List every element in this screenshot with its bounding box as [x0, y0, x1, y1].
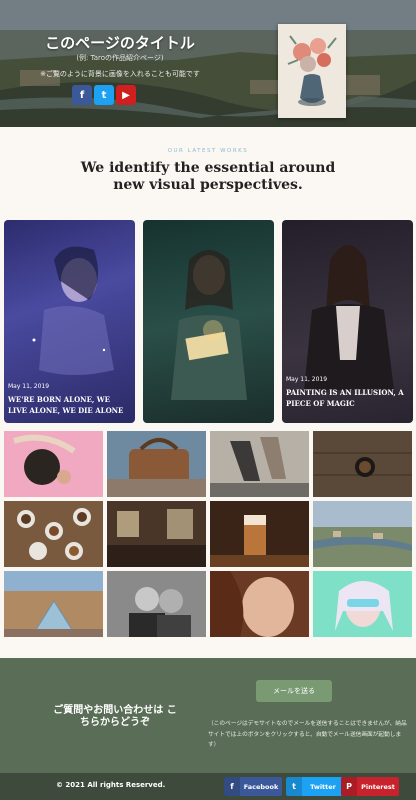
footer-button-label: Pinterest	[361, 782, 395, 791]
gallery-tile-coffee-cup[interactable]	[313, 431, 412, 497]
gallery-tile-louvre[interactable]	[4, 571, 103, 637]
woman-floating-image	[32, 246, 114, 375]
gallery-tile-couple-bw[interactable]	[107, 571, 206, 637]
twitter-icon: t	[286, 777, 302, 796]
works-section-label: OUR LATEST WORKS	[167, 148, 249, 154]
work-card-1[interactable]: May 11, 2019 WE'RE BORN ALONE, WE LIVE A…	[4, 220, 135, 423]
page-subtitle: (例: Taroの作品紹介ページ)	[76, 54, 164, 62]
contact-section: ご質問やお問い合わせは こちらからどうぞ メールを送る （このページはデモサイト…	[0, 658, 416, 773]
card-date: May 11, 2019	[286, 376, 328, 383]
card-title[interactable]: PAINTING IS AN ILLUSION, A PIECE OF MAGI…	[286, 387, 406, 409]
facebook-button[interactable]: f	[72, 85, 92, 105]
gallery-tile-hair[interactable]	[4, 431, 103, 497]
works-section-title: We identify the essential around new vis…	[80, 160, 336, 193]
footer-twitter-button[interactable]: t Twitter	[286, 777, 344, 796]
copyright-text: © 2021 All rights Reserved.	[56, 781, 166, 789]
card-date: May 11, 2019	[8, 383, 50, 390]
youtube-icon: ▶	[122, 89, 130, 101]
page-title: このページのタイトル	[45, 34, 195, 52]
gallery-tile-shoes[interactable]	[210, 431, 309, 497]
work-card-3[interactable]: May 11, 2019 PAINTING IS AN ILLUSION, A …	[282, 220, 413, 423]
footer-pinterest-button[interactable]: P Pinterest	[341, 777, 399, 796]
gallery-tile-city-view[interactable]	[313, 501, 412, 567]
facebook-icon: f	[79, 89, 85, 101]
gallery-tile-coffee-table[interactable]	[4, 501, 103, 567]
send-mail-button[interactable]: メールを送る	[256, 680, 332, 702]
gallery-tile-cafe[interactable]	[107, 501, 206, 567]
facebook-icon: f	[224, 777, 240, 796]
footer: © 2021 All rights Reserved. f Facebook t…	[0, 773, 416, 800]
footer-facebook-button[interactable]: f Facebook	[224, 777, 282, 796]
contact-title: ご質問やお問い合わせは こちらからどうぞ	[53, 705, 177, 728]
work-card-2[interactable]	[143, 220, 274, 423]
gallery-tile-woman-closeup[interactable]	[210, 571, 309, 637]
gallery-tile-bag[interactable]	[107, 431, 206, 497]
footer-button-label: Twitter	[310, 782, 336, 791]
contact-note: （このページはデモサイトなのでメールを送信することはできませんが、納品サイトでは…	[208, 721, 407, 748]
pinterest-icon: P	[341, 777, 357, 796]
twitter-icon: t	[101, 89, 107, 101]
hero-description: ※ご覧のように背景に画像を入れることも可能です	[40, 70, 200, 78]
card-title[interactable]: WE'RE BORN ALONE, WE LIVE ALONE, WE DIE …	[8, 394, 128, 416]
flower-vase-artwork	[278, 24, 346, 118]
twitter-button[interactable]: t	[94, 85, 114, 105]
youtube-button[interactable]: ▶	[116, 85, 136, 105]
footer-button-label: Facebook	[243, 782, 279, 791]
city-background-image	[0, 0, 416, 127]
gallery-tile-iced-coffee[interactable]	[210, 501, 309, 567]
woman-reading-book-image	[171, 250, 247, 400]
gallery-tile-sunglasses-woman[interactable]	[313, 571, 412, 637]
hero-section: このページのタイトル (例: Taroの作品紹介ページ) ※ご覧のように背景に画…	[0, 0, 416, 127]
